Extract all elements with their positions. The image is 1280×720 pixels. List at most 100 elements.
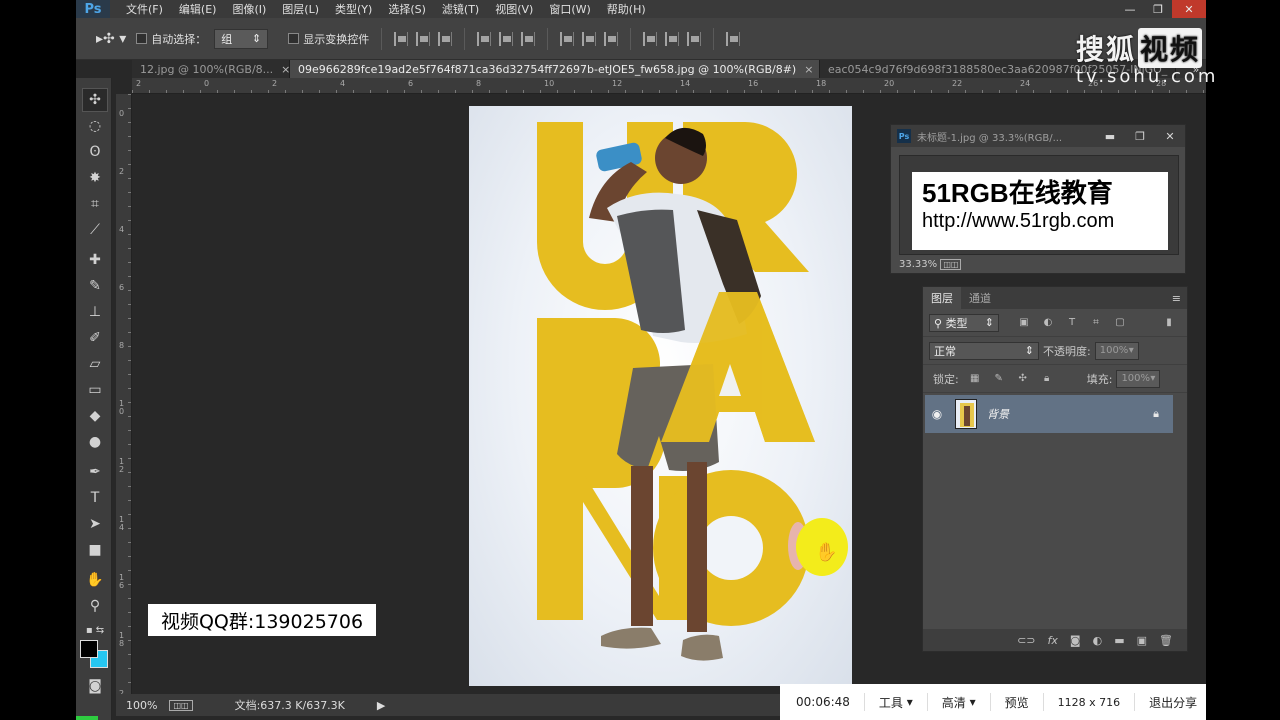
menu-window[interactable]: 窗口(W) <box>541 1 598 17</box>
mask-icon[interactable]: ◙ <box>1070 634 1081 647</box>
tab-close-icon[interactable]: × <box>281 63 289 76</box>
layer-filter-dropdown[interactable]: ⚲ 类型 ⇕ <box>929 313 999 332</box>
distribute-right-icon[interactable] <box>687 31 702 46</box>
fx-icon[interactable]: fx <box>1048 634 1058 647</box>
filter-shape-icon[interactable]: ⌗ <box>1089 316 1103 330</box>
status-menu-arrow-icon[interactable]: ▶ <box>377 699 385 712</box>
floating-window-canvas[interactable]: 51RGB在线教育 http://www.51rgb.com <box>899 155 1179 255</box>
lock-all-icon[interactable]: 🔒︎ <box>1040 372 1054 386</box>
lasso-tool-icon[interactable]: ʘ <box>82 140 108 164</box>
float-minimize-button[interactable]: ▬ <box>1095 130 1125 143</box>
menu-edit[interactable]: 编辑(E) <box>171 1 225 17</box>
filter-adjustment-icon[interactable]: ◐ <box>1041 316 1055 330</box>
healing-brush-tool-icon[interactable]: ✚ <box>82 248 108 272</box>
restore-button[interactable]: ❐ <box>1144 0 1172 18</box>
lock-pixels-icon[interactable]: ✎ <box>992 372 1006 386</box>
magic-wand-tool-icon[interactable]: ✸ <box>82 166 108 190</box>
align-hcenter-icon[interactable] <box>499 31 514 46</box>
zoom-tool-icon[interactable]: ⚲ <box>82 594 108 618</box>
menu-file[interactable]: 文件(F) <box>118 1 171 17</box>
filter-smart-icon[interactable]: ▢ <box>1113 316 1127 330</box>
fill-input[interactable]: 100% ▾ <box>1116 369 1161 388</box>
float-restore-button[interactable]: ❐ <box>1125 130 1155 143</box>
document-canvas[interactable] <box>469 106 852 686</box>
player-exit-share-button[interactable]: 退出分享 <box>1134 693 1211 711</box>
distribute-left-icon[interactable] <box>643 31 658 46</box>
marquee-tool-icon[interactable]: ◌ <box>82 114 108 138</box>
distribute-hcenter-icon[interactable] <box>665 31 680 46</box>
auto-select-dropdown[interactable]: 组 ⇕ <box>214 28 269 49</box>
floating-document-window[interactable]: Ps 未标题-1.jpg @ 33.3%(RGB/... ▬ ❐ ✕ 51RGB… <box>890 124 1186 274</box>
filter-toggle-icon[interactable]: ▮ <box>1162 316 1176 330</box>
gradient-tool-icon[interactable]: ▭ <box>82 378 108 402</box>
auto-select-checkbox[interactable] <box>136 33 148 44</box>
move-tool-icon[interactable]: ✣ <box>82 88 108 112</box>
layer-name[interactable]: 背景 <box>987 406 1009 422</box>
menu-type[interactable]: 类型(Y) <box>327 1 380 17</box>
player-quality-button[interactable]: 高清 ▾ <box>926 693 990 711</box>
crop-tool-icon[interactable]: ⌗ <box>82 192 108 216</box>
default-colors-icon[interactable]: ▪ ⇆ <box>82 618 108 642</box>
align-bottom-icon[interactable] <box>438 31 453 46</box>
shape-tool-icon[interactable]: ■ <box>82 538 108 562</box>
quick-mask-icon[interactable]: ◙ <box>82 674 108 698</box>
minimize-button[interactable]: — <box>1116 0 1144 18</box>
lock-position-icon[interactable]: ✣ <box>1016 372 1030 386</box>
distribute-bottom-icon[interactable] <box>604 31 619 46</box>
player-preview-button[interactable]: 预览 <box>989 693 1043 711</box>
align-right-icon[interactable] <box>521 31 536 46</box>
blur-tool-icon[interactable]: ◆ <box>82 404 108 428</box>
pen-tool-icon[interactable]: ✒ <box>82 460 108 484</box>
player-tools-button[interactable]: 工具 ▾ <box>863 693 927 711</box>
folder-icon[interactable]: ▬ <box>1114 634 1124 647</box>
type-tool-icon[interactable]: T <box>82 486 108 510</box>
menu-image[interactable]: 图像(I) <box>224 1 274 17</box>
distribute-vcenter-icon[interactable] <box>582 31 597 46</box>
eraser-tool-icon[interactable]: ▱ <box>82 352 108 376</box>
menu-select[interactable]: 选择(S) <box>380 1 434 17</box>
stamp-tool-icon[interactable]: ⊥ <box>82 300 108 324</box>
foreground-color-swatch[interactable] <box>80 640 98 658</box>
ruler-horizontal[interactable]: 20246810121416182022242628303234 <box>132 78 1206 94</box>
align-top-icon[interactable] <box>394 31 409 46</box>
panel-menu-icon[interactable]: ≡ <box>1172 292 1181 305</box>
menu-help[interactable]: 帮助(H) <box>599 1 654 17</box>
tab-channels[interactable]: 通道 <box>961 287 999 309</box>
auto-align-icon[interactable] <box>726 31 741 46</box>
align-left-icon[interactable] <box>477 31 492 46</box>
link-icon[interactable]: ⊂⊃ <box>1017 634 1035 647</box>
distribute-top-icon[interactable] <box>560 31 575 46</box>
hand-tool-icon[interactable]: ✋ <box>82 568 108 592</box>
menu-filter[interactable]: 滤镜(T) <box>434 1 487 17</box>
brush-tool-icon[interactable]: ✎ <box>82 274 108 298</box>
filter-pixel-icon[interactable]: ▣ <box>1017 316 1031 330</box>
tab-close-icon[interactable]: × <box>804 63 813 76</box>
tab-doc-1[interactable]: 12.jpg @ 100%(RGB/8... × <box>132 60 290 78</box>
float-close-button[interactable]: ✕ <box>1155 130 1185 143</box>
layer-item-background[interactable]: ◉ 背景 🔒︎ <box>925 395 1173 433</box>
new-layer-icon[interactable]: ▣ <box>1137 634 1147 647</box>
show-transform-checkbox[interactable] <box>288 33 300 44</box>
eyedropper-tool-icon[interactable]: ⟋ <box>82 218 108 242</box>
adjustment-icon[interactable]: ◐ <box>1093 634 1103 647</box>
visibility-eye-icon[interactable]: ◉ <box>925 407 949 421</box>
opacity-input[interactable]: 100% ▾ <box>1094 341 1139 360</box>
tab-doc-2[interactable]: 09e966289fce19ad2e5f764f871ca36d32754ff7… <box>290 60 820 78</box>
lock-transparent-icon[interactable]: ▦ <box>968 372 982 386</box>
history-brush-tool-icon[interactable]: ✐ <box>82 326 108 350</box>
close-button[interactable]: ✕ <box>1172 0 1206 18</box>
align-vcenter-icon[interactable] <box>416 31 431 46</box>
move-tool-preset-icon[interactable]: ▸✣ ▾ <box>96 31 126 47</box>
blend-mode-dropdown[interactable]: 正常 ⇕ <box>929 341 1039 360</box>
zoom-level[interactable]: 100% <box>126 699 157 712</box>
trash-icon[interactable]: 🗑︎ <box>1159 634 1173 647</box>
menu-layer[interactable]: 图层(L) <box>274 1 327 17</box>
dodge-tool-icon[interactable]: ● <box>82 430 108 454</box>
tab-layers[interactable]: 图层 <box>923 287 961 309</box>
menu-view[interactable]: 视图(V) <box>487 1 541 17</box>
floating-window-zoom[interactable]: 33.33% ◫◫ <box>899 259 962 270</box>
ruler-vertical[interactable]: 024681 01 21 41 61 82 0 <box>116 94 132 706</box>
status-toggle-icon[interactable]: ◫◫ <box>169 699 193 711</box>
filter-type-icon[interactable]: T <box>1065 316 1079 330</box>
floating-window-titlebar[interactable]: Ps 未标题-1.jpg @ 33.3%(RGB/... ▬ ❐ ✕ <box>891 125 1185 147</box>
